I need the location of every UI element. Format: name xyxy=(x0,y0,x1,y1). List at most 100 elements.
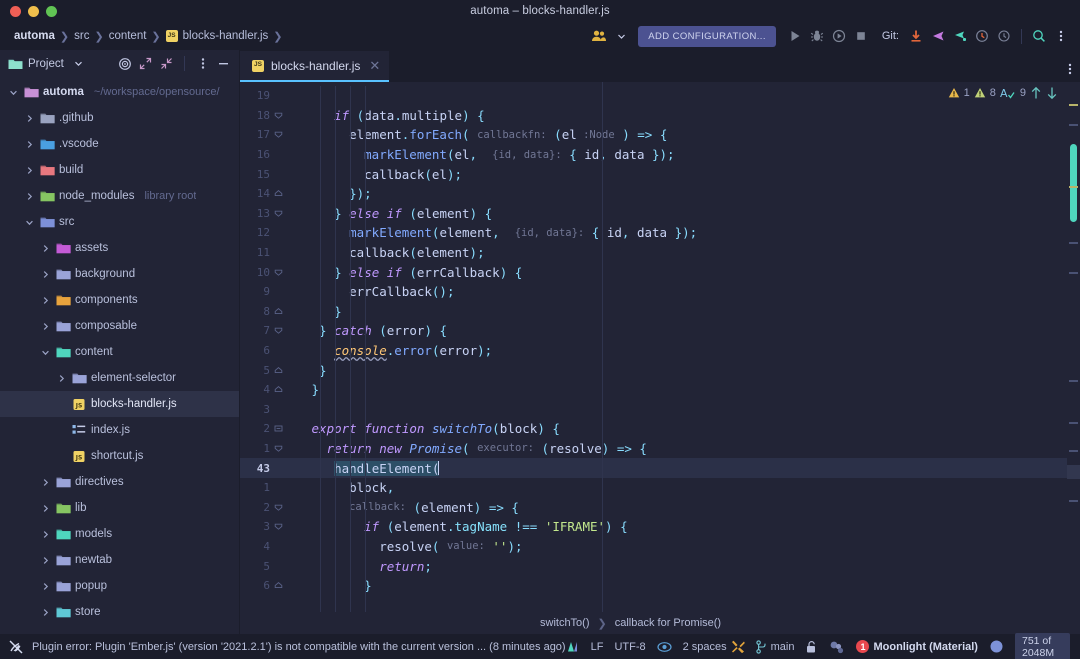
gutter-line[interactable]: 5 xyxy=(240,360,302,380)
code-line-current[interactable]: handleElement( xyxy=(302,458,1067,478)
breadcrumb-item-src[interactable]: src xyxy=(74,30,89,42)
gutter-line[interactable]: 3 xyxy=(240,517,302,537)
users-icon[interactable] xyxy=(588,25,610,47)
tree-item-assets[interactable]: assets xyxy=(0,235,239,261)
tree-item-element-selector[interactable]: element-selector xyxy=(0,365,239,391)
chevron-down-icon[interactable] xyxy=(610,25,632,47)
project-tree[interactable]: automa~/workspace/opensource/.github.vsc… xyxy=(0,77,239,634)
fold-marker-icon[interactable] xyxy=(274,522,288,531)
search-icon[interactable] xyxy=(1028,25,1050,47)
options-icon[interactable] xyxy=(193,54,212,73)
code-line[interactable]: return new Promise( executor: (resolve) … xyxy=(302,439,1067,459)
git-branch-status[interactable]: main xyxy=(756,640,795,654)
run-with-coverage-icon[interactable] xyxy=(828,25,850,47)
code-line[interactable]: } else if (errCallback) { xyxy=(302,262,1067,282)
gutter-line[interactable]: 8 xyxy=(240,302,302,322)
chevron-right-icon[interactable] xyxy=(40,321,51,332)
collapse-all-icon[interactable] xyxy=(157,54,176,73)
run-icon[interactable] xyxy=(784,25,806,47)
code-line[interactable]: } catch (error) { xyxy=(302,321,1067,341)
encoding-status[interactable]: UTF-8 xyxy=(614,641,645,653)
tree-item-vscode[interactable]: .vscode xyxy=(0,131,239,157)
inspection-ok-icon[interactable] xyxy=(566,640,580,654)
tree-item-models[interactable]: models xyxy=(0,521,239,547)
hide-panel-icon[interactable] xyxy=(214,54,233,73)
theme-status[interactable]: 1 Moonlight (Material) xyxy=(856,640,978,653)
editor-code[interactable]: if (data.multiple) {element.forEach( cal… xyxy=(302,82,1067,612)
gutter-line[interactable]: 4 xyxy=(240,537,302,557)
code-line[interactable]: resolve( value: ''); xyxy=(302,537,1067,557)
tree-item-blocks-handler-js[interactable]: JSblocks-handler.js xyxy=(0,391,239,417)
tree-item-content[interactable]: content xyxy=(0,339,239,365)
editor-breadcrumb-item-callback[interactable]: callback for Promise() xyxy=(615,617,721,629)
code-line[interactable]: }); xyxy=(302,184,1067,204)
code-line[interactable]: if (data.multiple) { xyxy=(302,106,1067,126)
code-line[interactable]: } xyxy=(302,360,1067,380)
tree-item-shortcut-js[interactable]: JSshortcut.js xyxy=(0,443,239,469)
gutter-line[interactable]: 9 xyxy=(240,282,302,302)
chevron-down-icon[interactable] xyxy=(8,87,19,98)
chevron-right-icon[interactable] xyxy=(24,139,35,150)
plugin-error-icon[interactable] xyxy=(8,639,24,655)
gutter-line[interactable]: 19 xyxy=(240,86,302,106)
breadcrumb-item-file[interactable]: blocks-handler.js xyxy=(183,30,269,42)
chevron-right-icon[interactable] xyxy=(40,581,51,592)
code-line[interactable]: } xyxy=(302,380,1067,400)
gutter-line[interactable]: 1 xyxy=(240,478,302,498)
chevron-right-icon[interactable] xyxy=(40,607,51,618)
git-rollback-icon[interactable] xyxy=(993,25,1015,47)
eye-icon[interactable] xyxy=(657,641,672,653)
git-push-icon[interactable] xyxy=(927,25,949,47)
breadcrumb-item-content[interactable]: content xyxy=(109,30,147,42)
gutter-line[interactable]: 16 xyxy=(240,145,302,165)
code-line[interactable]: callback: (element) => { xyxy=(302,497,1067,517)
editor-gutter[interactable]: 1918171615141312111098765432143123456 xyxy=(240,82,302,612)
chevron-down-icon[interactable] xyxy=(69,54,88,73)
editor-breadcrumb-item-function[interactable]: switchTo() xyxy=(540,617,590,629)
code-line[interactable]: block, xyxy=(302,478,1067,498)
code-line[interactable]: markElement(el, {id, data}: { id, data }… xyxy=(302,145,1067,165)
gutter-line[interactable]: 17 xyxy=(240,125,302,145)
gutter-line[interactable]: 2 xyxy=(240,419,302,439)
gutter-line[interactable]: 6 xyxy=(240,576,302,596)
chevron-right-icon[interactable] xyxy=(40,477,51,488)
fold-marker-icon[interactable] xyxy=(274,130,288,139)
gutter-line[interactable]: 5 xyxy=(240,556,302,576)
code-line[interactable]: callback(el); xyxy=(302,164,1067,184)
code-line[interactable]: markElement(element, {id, data}: { id, d… xyxy=(302,223,1067,243)
unlocked-icon[interactable] xyxy=(805,640,818,654)
code-line[interactable]: } xyxy=(302,576,1067,596)
tree-item-newtab[interactable]: newtab xyxy=(0,547,239,573)
code-line[interactable]: errCallback(); xyxy=(302,282,1067,302)
fold-marker-icon[interactable] xyxy=(274,385,288,394)
expand-all-icon[interactable] xyxy=(136,54,155,73)
gutter-line[interactable]: 2 xyxy=(240,497,302,517)
code-line[interactable] xyxy=(302,400,1067,420)
tree-item-build[interactable]: build xyxy=(0,157,239,183)
fold-marker-icon[interactable] xyxy=(274,366,288,375)
chevron-right-icon[interactable] xyxy=(24,113,35,124)
tree-item-directives[interactable]: directives xyxy=(0,469,239,495)
tree-item-automa[interactable]: automa~/workspace/opensource/ xyxy=(0,79,239,105)
code-line[interactable]: console.error(error); xyxy=(302,341,1067,361)
editor-scrollbar[interactable] xyxy=(1067,82,1080,612)
chevron-right-icon[interactable] xyxy=(56,373,67,384)
scrollbar-thumb[interactable] xyxy=(1070,144,1077,222)
code-line[interactable]: if (element.tagName !== 'IFRAME') { xyxy=(302,517,1067,537)
chevron-right-icon[interactable] xyxy=(40,503,51,514)
gutter-line[interactable]: 11 xyxy=(240,243,302,263)
fold-marker-icon[interactable] xyxy=(274,444,288,453)
fold-marker-icon[interactable] xyxy=(274,503,288,512)
gutter-line[interactable]: 3 xyxy=(240,400,302,420)
tree-item-components[interactable]: components xyxy=(0,287,239,313)
chevron-right-icon[interactable] xyxy=(40,529,51,540)
gutter-line[interactable]: 1 xyxy=(240,439,302,459)
tree-item-background[interactable]: background xyxy=(0,261,239,287)
gutter-line[interactable]: 14 xyxy=(240,184,302,204)
plugin-icon[interactable] xyxy=(829,640,845,654)
chevron-right-icon[interactable] xyxy=(24,165,35,176)
fold-marker-icon[interactable] xyxy=(274,209,288,218)
gutter-line[interactable]: 6 xyxy=(240,341,302,361)
gutter-line[interactable]: 10 xyxy=(240,262,302,282)
chevron-down-icon[interactable] xyxy=(24,217,35,228)
